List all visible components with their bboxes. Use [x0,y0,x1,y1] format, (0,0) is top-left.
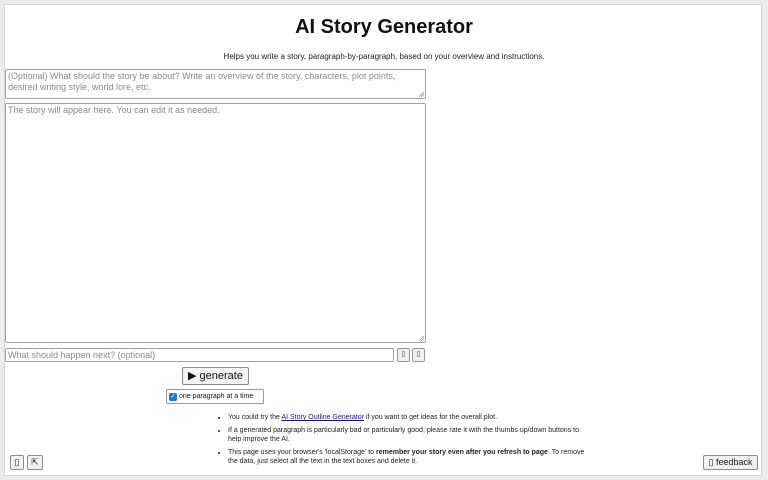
tip-item: You could try the AI Story Outline Gener… [228,413,588,422]
one-paragraph-toggle[interactable]: ✓ one paragraph at a time [166,389,264,404]
one-paragraph-label: one paragraph at a time [179,393,254,400]
story-outline-link[interactable]: AI Story Outline Generator [281,414,363,421]
expand-button[interactable]: ⇱ [27,455,43,470]
generate-button[interactable]: ▶ generate [182,367,249,385]
page-title: AI Story Generator [295,16,473,38]
overview-textarea[interactable] [5,69,426,99]
menu-icon: ▯ [14,457,20,467]
tips-list: You could try the AI Story Outline Gener… [212,413,588,470]
thumbs-up-icon: ▯ [401,351,406,358]
checkbox-checked-icon[interactable]: ✓ [169,392,177,401]
thumbs-up-button[interactable]: ▯ [397,348,410,362]
thumbs-down-icon: ▯ [416,351,421,358]
next-instruction-input[interactable] [5,348,394,362]
feedback-button[interactable]: ▯ feedback [703,455,758,470]
story-textarea[interactable] [5,103,426,343]
tip-item: If a generated paragraph is particularly… [228,426,588,444]
page-subtitle: Helps you write a story, paragraph-by-pa… [223,52,545,61]
tip-item: This page uses your browser's 'localStor… [228,448,588,466]
thumbs-down-button[interactable]: ▯ [412,348,425,362]
menu-button[interactable]: ▯ [10,455,24,470]
expand-icon: ⇱ [31,457,39,467]
